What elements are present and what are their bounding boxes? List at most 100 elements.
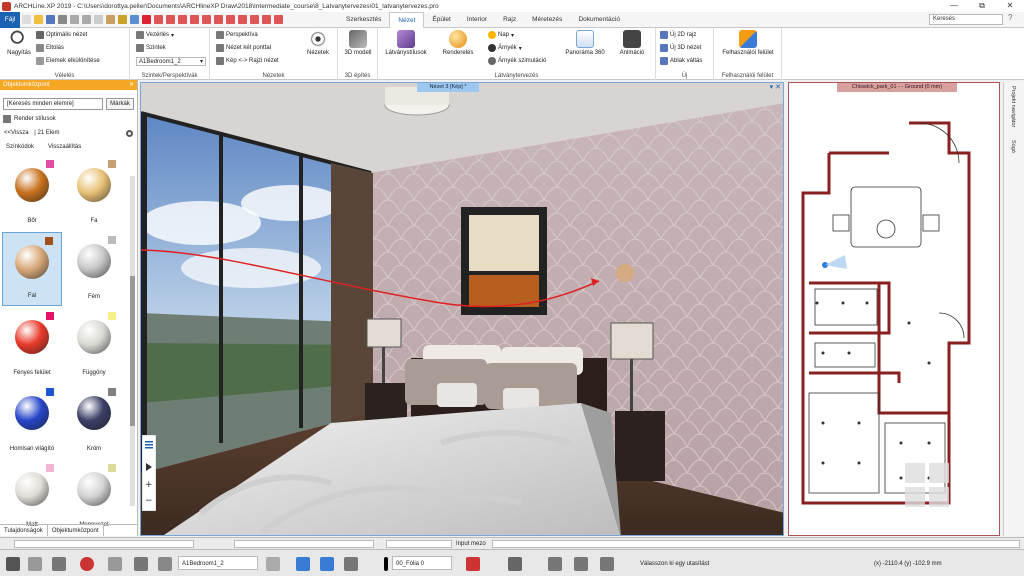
move-icon[interactable] <box>154 15 163 24</box>
snap-icon[interactable] <box>214 15 223 24</box>
layer-select[interactable]: 00_Fólia 0 <box>392 556 452 570</box>
pipette-icon[interactable] <box>130 15 139 24</box>
layers-icon[interactable] <box>158 557 172 571</box>
level-up-icon[interactable] <box>296 557 310 571</box>
view-window-controls[interactable]: ▾ ✕ <box>770 83 781 91</box>
help-icon[interactable]: ? <box>1008 13 1012 22</box>
views-button[interactable]: Nézetek <box>302 30 334 56</box>
back-link[interactable]: <<Vissza <box>4 130 29 136</box>
material-color-swatch[interactable] <box>108 388 116 396</box>
material-color-swatch[interactable] <box>108 464 116 472</box>
close-button[interactable]: ✕ <box>996 0 1024 12</box>
line-style-icon[interactable] <box>508 557 522 571</box>
gear-icon[interactable] <box>126 130 133 137</box>
material-tile[interactable]: Fényes felület <box>2 308 62 382</box>
3d-view-window[interactable]: Nézet 3 [Kép] * ▾ ✕ + − <box>140 82 784 536</box>
offset-icon[interactable] <box>202 15 211 24</box>
material-color-swatch[interactable] <box>108 312 116 320</box>
select-icon[interactable] <box>52 557 66 571</box>
render-button[interactable]: Renderelés <box>438 30 478 56</box>
open-icon[interactable] <box>34 15 43 24</box>
status-level-select[interactable]: A1Bedroom1_2 <box>178 556 258 570</box>
shadow-dropdown[interactable]: Árnyék ▾ <box>488 44 522 52</box>
scrollbar-thumb[interactable] <box>130 276 135 426</box>
brands-button[interactable]: Márkák <box>106 98 134 110</box>
magnet-icon[interactable] <box>80 557 94 571</box>
material-tile[interactable]: Matt <box>2 460 62 534</box>
tab-building[interactable]: Épület <box>424 12 458 28</box>
material-color-swatch[interactable] <box>108 160 116 168</box>
command-input-2[interactable] <box>234 540 374 548</box>
new-icon[interactable] <box>22 15 31 24</box>
material-color-swatch[interactable] <box>45 237 53 245</box>
dimension-icon[interactable] <box>226 15 235 24</box>
project-navigator-tab[interactable]: Projekt navigátor <box>1010 86 1016 127</box>
sun-dropdown[interactable]: Nap ▾ <box>488 31 514 39</box>
brush-icon[interactable] <box>118 15 127 24</box>
new-2d-drawing-button[interactable]: Új 2D rajz <box>660 31 696 39</box>
panel-scrollbar[interactable] <box>130 176 135 506</box>
tab-interior[interactable]: Interior <box>459 12 495 28</box>
tab-edit[interactable]: Szerkesztés <box>338 12 389 28</box>
grid-icon[interactable] <box>28 557 42 571</box>
minimize-button[interactable]: — <box>940 0 968 12</box>
home-icon[interactable] <box>3 115 11 123</box>
3d-model-button[interactable]: 3D modell <box>342 30 374 56</box>
material-color-swatch[interactable] <box>46 388 54 396</box>
panorama-360-button[interactable]: Panoráma 360 <box>562 30 608 56</box>
navigation-toolbar[interactable]: + − <box>142 435 156 511</box>
material-color-swatch[interactable] <box>46 160 54 168</box>
tab-draw[interactable]: Rajz <box>495 12 524 28</box>
window-switch-button[interactable]: Ablak váltás <box>660 57 702 65</box>
two-point-view-button[interactable]: Nézet két ponttal <box>216 44 271 52</box>
delete-icon[interactable] <box>142 15 151 24</box>
floor-plan-tab[interactable]: Chiswick_park_01 - - Ground (0 mm) <box>837 83 957 92</box>
command-input-3[interactable] <box>386 540 452 548</box>
panel-close-icon[interactable]: ✕ <box>129 80 134 90</box>
save-icon[interactable] <box>46 15 55 24</box>
visual-styles-button[interactable]: Látványstílusok <box>382 30 430 56</box>
settings-icon[interactable] <box>6 557 20 571</box>
animation-button[interactable]: Animáció <box>614 30 650 56</box>
user-interface-button[interactable]: Felhasználói felület <box>718 30 778 56</box>
tab-view[interactable]: Nézet <box>389 12 425 28</box>
reset-label[interactable]: Visszaállítás <box>48 144 81 150</box>
image-drawing-toggle[interactable]: Kép <-> Rajzi nézet <box>216 57 279 65</box>
material-color-swatch[interactable] <box>108 236 116 244</box>
tab-file[interactable]: Fájl <box>0 12 20 28</box>
material-tile[interactable]: Króm <box>64 384 124 458</box>
command-input[interactable] <box>14 540 194 548</box>
redo-icon[interactable] <box>82 15 91 24</box>
color-codes-label[interactable]: Színkódok <box>6 144 34 150</box>
cursor-icon[interactable] <box>134 557 148 571</box>
floor-plan-window[interactable]: Chiswick_park_01 - - Ground (0 mm) <box>788 82 1000 536</box>
level-select[interactable]: A1Bedroom1_2 ▾ <box>136 57 206 66</box>
input-field[interactable] <box>492 540 1020 548</box>
zoom-out-icon[interactable]: − <box>145 496 153 506</box>
material-tile[interactable]: Fa <box>64 156 124 230</box>
align-icon[interactable] <box>178 15 187 24</box>
tab-object-center[interactable]: Objektumközpont <box>47 525 104 536</box>
paste-icon[interactable] <box>106 15 115 24</box>
layer-icon[interactable] <box>250 15 259 24</box>
maximize-button[interactable]: ⧉ <box>968 0 996 12</box>
menu-icon[interactable] <box>145 441 153 449</box>
material-tile[interactable]: Fém <box>64 232 124 306</box>
new-3d-view-button[interactable]: Új 3D nézet <box>660 44 701 52</box>
hatch-icon[interactable] <box>108 557 122 571</box>
pan-button[interactable]: Eltolás <box>36 44 64 52</box>
material-tile[interactable]: Homlsan világító <box>2 384 62 458</box>
eraser-icon[interactable] <box>466 557 480 571</box>
tab-dimension[interactable]: Méretezés <box>524 12 570 28</box>
level-options-icon[interactable] <box>266 557 280 571</box>
copy-icon[interactable] <box>94 15 103 24</box>
material-tile[interactable]: Függöny <box>64 308 124 382</box>
3d-hammer-icon[interactable] <box>344 557 358 571</box>
trim-icon[interactable] <box>190 15 199 24</box>
text-icon[interactable] <box>238 15 247 24</box>
search-input[interactable]: Keresés <box>929 14 1003 25</box>
object-search-input[interactable]: [Keresés minden elemre] <box>3 98 103 110</box>
3d-view-tab[interactable]: Nézet 3 [Kép] * <box>417 83 479 92</box>
isolate-elements-button[interactable]: Elemek elkülönítése <box>36 57 100 65</box>
pen-color-swatch[interactable] <box>384 557 388 571</box>
